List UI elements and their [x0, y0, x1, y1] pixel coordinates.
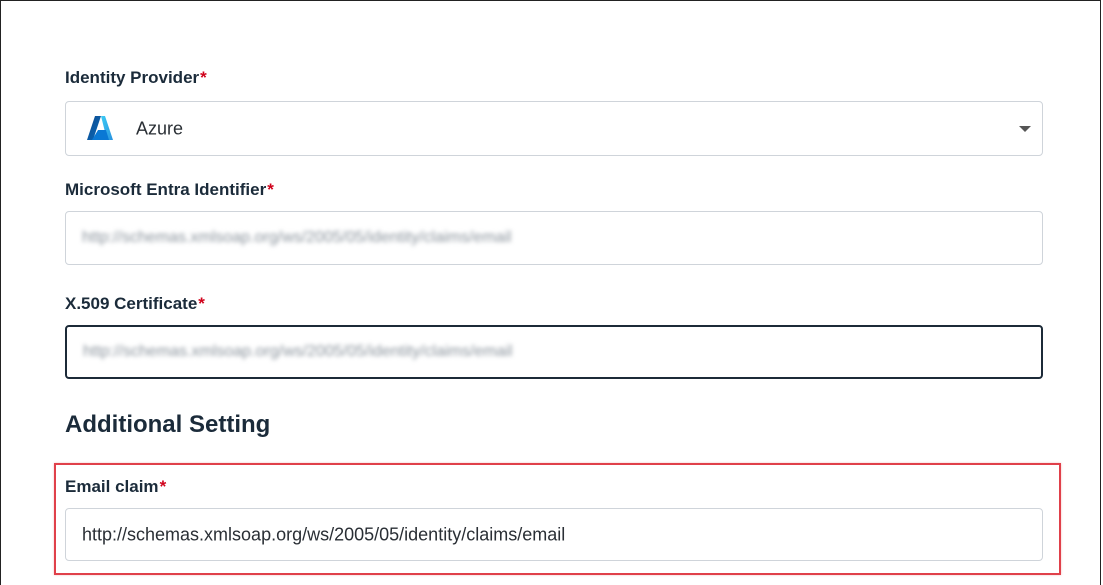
- identity-provider-select[interactable]: Azure: [65, 101, 1043, 156]
- required-mark: *: [159, 477, 167, 496]
- additional-setting-heading: Additional Setting: [65, 411, 271, 438]
- identity-provider-value: Azure: [136, 118, 184, 138]
- certificate-label-text: X.509 Certificate: [65, 294, 198, 313]
- identity-provider-label-text: Identity Provider: [65, 68, 200, 87]
- chevron-down-icon[interactable]: [1019, 126, 1031, 132]
- email-claim-label: Email claim*: [65, 477, 166, 497]
- certificate-value: http://schemas.xmlsoap.org/ws/2005/05/id…: [83, 343, 513, 360]
- form-panel: Identity Provider* Azure Microsoft Entra…: [0, 0, 1101, 585]
- email-claim-value: http://schemas.xmlsoap.org/ws/2005/05/id…: [82, 524, 566, 544]
- email-claim-label-text: Email claim: [65, 477, 159, 496]
- entra-identifier-label-text: Microsoft Entra Identifier: [65, 180, 267, 199]
- entra-identifier-value: http://schemas.xmlsoap.org/ws/2005/05/id…: [82, 229, 512, 246]
- certificate-label: X.509 Certificate*: [65, 294, 205, 314]
- required-mark: *: [200, 68, 207, 87]
- required-mark: *: [198, 294, 205, 313]
- azure-logo-icon: [86, 115, 114, 141]
- certificate-input[interactable]: http://schemas.xmlsoap.org/ws/2005/05/id…: [65, 325, 1043, 379]
- identity-provider-label: Identity Provider*: [65, 68, 207, 88]
- email-claim-input[interactable]: http://schemas.xmlsoap.org/ws/2005/05/id…: [65, 508, 1043, 561]
- entra-identifier-input[interactable]: http://schemas.xmlsoap.org/ws/2005/05/id…: [65, 211, 1043, 265]
- required-mark: *: [267, 180, 274, 199]
- entra-identifier-label: Microsoft Entra Identifier*: [65, 180, 274, 200]
